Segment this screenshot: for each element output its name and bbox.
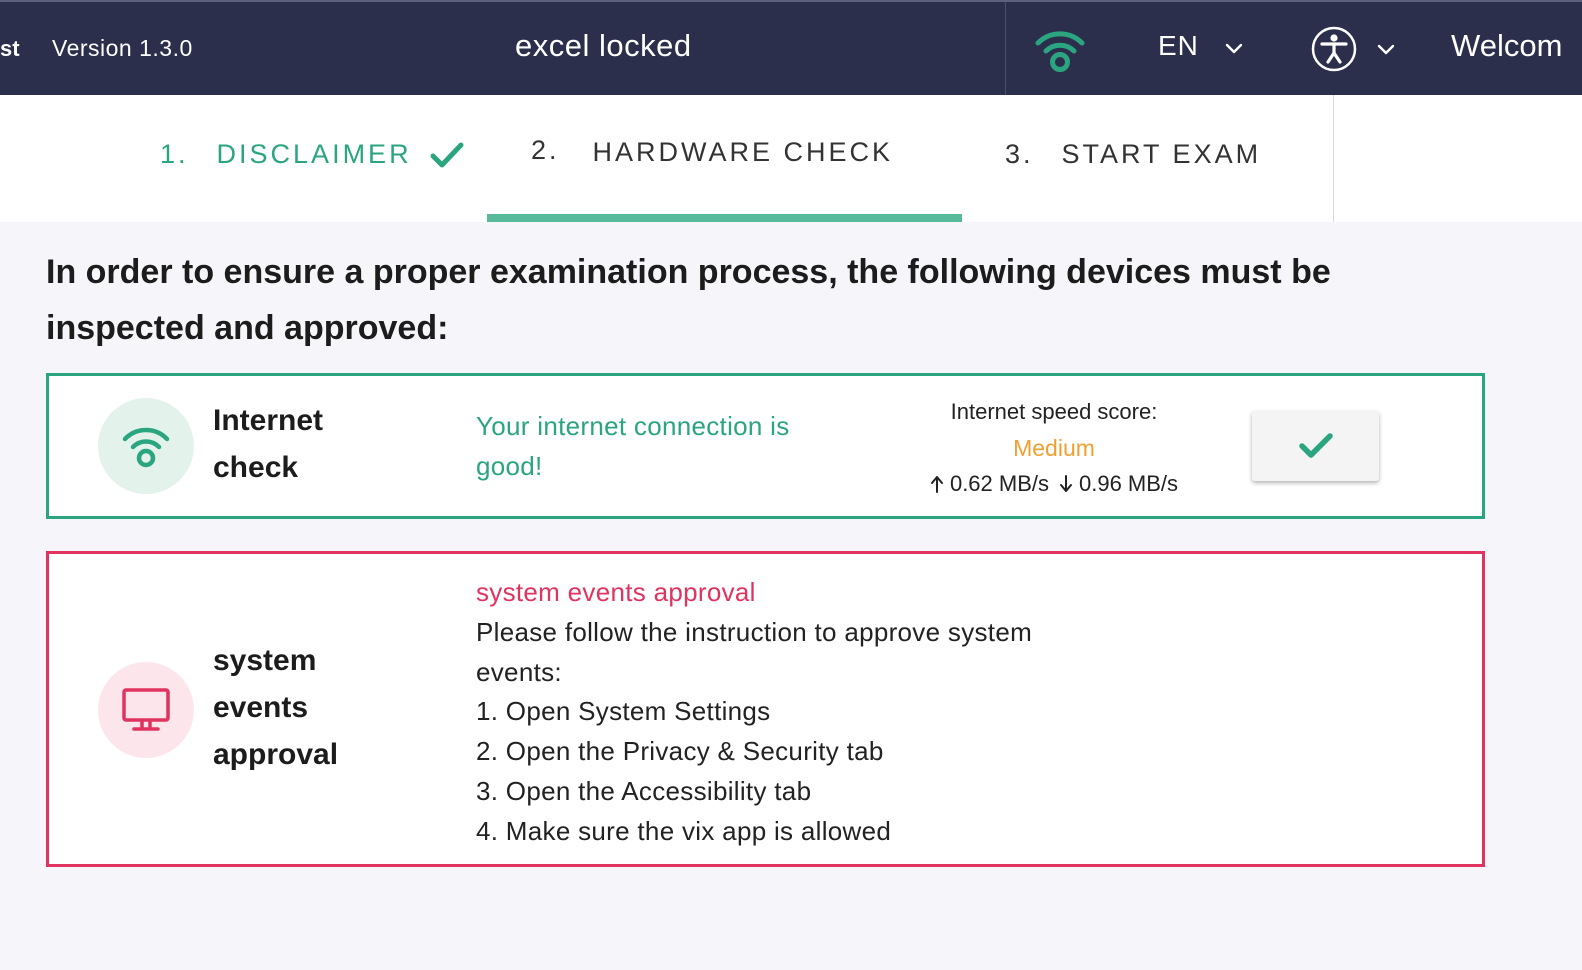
internet-status-message: Your internet connection is good! <box>476 411 790 481</box>
download-value: 0.96 MB/s <box>1079 471 1179 496</box>
page-heading: In order to ensure a proper examination … <box>46 253 1331 347</box>
upload-value: 0.62 MB/s <box>949 471 1049 496</box>
chevron-down-icon <box>1225 30 1243 62</box>
header-divider <box>1005 2 1006 97</box>
internet-check-title: Internet check <box>213 404 324 484</box>
app-title-truncated: st <box>0 36 20 61</box>
accessibility-menu[interactable] <box>1311 26 1395 77</box>
step-disclaimer[interactable]: 1. DISCLAIMER <box>160 139 464 170</box>
wifi-icon <box>1035 31 1085 72</box>
step-number: 2. <box>531 135 560 165</box>
connection-status-button[interactable] <box>1032 24 1088 76</box>
instruction-step: 2. Open the Privacy & Security tab <box>476 736 884 767</box>
monitor-icon <box>122 688 170 731</box>
step-number: 1. <box>160 139 189 169</box>
check-icon <box>430 141 464 169</box>
step-label: HARDWARE CHECK <box>592 137 894 167</box>
system-events-instructions: system events approval Please follow the… <box>476 573 1036 852</box>
instruction-step: 3. Open the Accessibility tab <box>476 775 812 806</box>
instruction-text: Please follow the instruction to approve… <box>476 616 1033 687</box>
system-events-title: system events approval <box>213 644 339 771</box>
internet-icon-badge <box>98 398 194 494</box>
internet-check-confirm-button[interactable] <box>1252 411 1379 481</box>
system-events-heading: system events approval <box>476 577 756 607</box>
active-step-indicator <box>487 214 962 222</box>
download-rate: 0.96 MB/s <box>1059 466 1178 502</box>
upload-rate: 0.62 MB/s <box>930 466 1049 502</box>
welcome-text: Welcom <box>1451 28 1563 63</box>
accessibility-icon <box>1311 26 1357 77</box>
language-label: EN <box>1158 30 1199 61</box>
step-label: START EXAM <box>1061 139 1262 169</box>
version-label: Version 1.3.0 <box>52 35 193 61</box>
step-number: 3. <box>1005 139 1034 169</box>
check-icon <box>1298 433 1333 458</box>
chevron-down-icon <box>1377 43 1395 61</box>
step-start-exam[interactable]: 3. START EXAM <box>1005 139 1261 170</box>
exam-title: excel locked <box>515 28 692 63</box>
wifi-icon <box>122 427 170 468</box>
internet-check-card: Internet check Your internet connection … <box>46 373 1485 519</box>
progress-stepper: 1. DISCLAIMER 2. HARDWARE CHECK 3. START… <box>0 95 1582 222</box>
instruction-step: 1. Open System Settings <box>476 696 771 727</box>
arrow-up-icon <box>930 476 943 493</box>
system-events-card: system events approval system events app… <box>46 551 1485 867</box>
arrow-down-icon <box>1060 475 1072 492</box>
stepper-divider <box>1333 95 1334 222</box>
speed-label: Internet speed score: <box>950 399 1158 424</box>
system-icon-badge <box>98 662 194 758</box>
instruction-step: 4. Make sure the vix app is allowed <box>476 815 892 846</box>
internet-speed-info: Internet speed score: Medium 0.62 MB/s 0… <box>904 394 1204 502</box>
language-selector[interactable]: EN <box>1158 30 1243 62</box>
step-hardware-check[interactable]: 2. HARDWARE CHECK <box>531 135 894 168</box>
top-bar: st Version 1.3.0 excel locked EN Welcom <box>0 0 1582 97</box>
speed-score: Medium <box>1013 435 1095 461</box>
step-label: DISCLAIMER <box>216 139 412 169</box>
